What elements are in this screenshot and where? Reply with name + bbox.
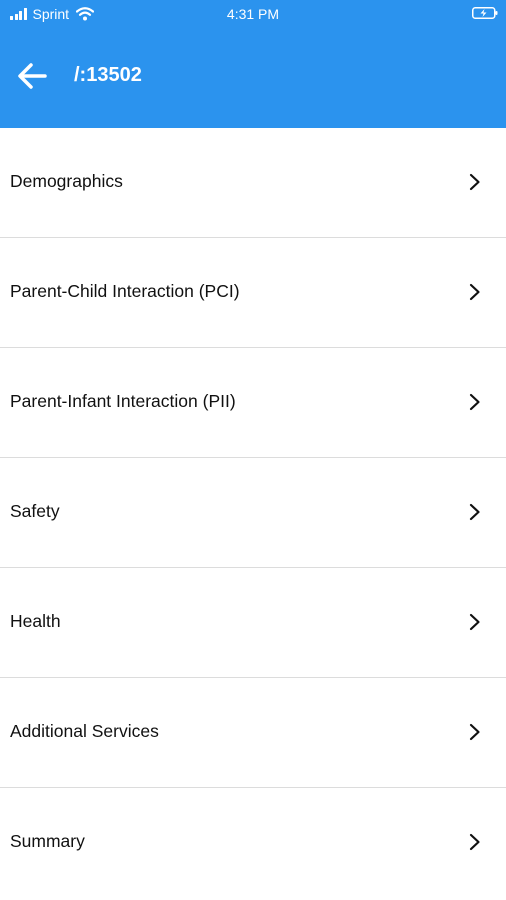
menu-item-label: Demographics (10, 171, 123, 191)
chevron-right-icon (469, 393, 480, 411)
chevron-right-icon (469, 173, 480, 191)
chevron-right-icon (469, 503, 480, 521)
menu-item-label: Additional Services (10, 721, 159, 741)
menu-item-label: Health (10, 611, 61, 631)
section-menu-list: Demographics Parent-Child Interaction (P… (0, 128, 506, 898)
app-header: Sprint 4:31 PM /:13502 (0, 0, 506, 128)
menu-item-safety[interactable]: Safety (0, 458, 506, 568)
menu-item-label: Parent-Child Interaction (PCI) (10, 281, 240, 301)
status-time: 4:31 PM (226, 6, 280, 22)
battery-charging-icon (472, 7, 498, 19)
chevron-right-icon (469, 723, 480, 741)
menu-item-label: Parent-Infant Interaction (PII) (10, 391, 236, 411)
menu-item-label: Summary (10, 831, 85, 851)
menu-item-health[interactable]: Health (0, 568, 506, 678)
menu-item-parent-child-interaction[interactable]: Parent-Child Interaction (PCI) (0, 238, 506, 348)
menu-item-label: Safety (10, 501, 60, 521)
menu-item-additional-services[interactable]: Additional Services (0, 678, 506, 788)
chevron-right-icon (469, 283, 480, 301)
chevron-right-icon (469, 613, 480, 631)
navigation-bar: /:13502 (0, 48, 506, 104)
page-title: /:13502 (74, 64, 142, 86)
menu-item-summary[interactable]: Summary (0, 788, 506, 898)
back-button[interactable] (14, 58, 50, 94)
menu-item-demographics[interactable]: Demographics (0, 128, 506, 238)
arrow-left-icon (18, 63, 47, 89)
chevron-right-icon (469, 833, 480, 851)
menu-item-parent-infant-interaction[interactable]: Parent-Infant Interaction (PII) (0, 348, 506, 458)
status-bar: Sprint 4:31 PM (0, 0, 506, 28)
